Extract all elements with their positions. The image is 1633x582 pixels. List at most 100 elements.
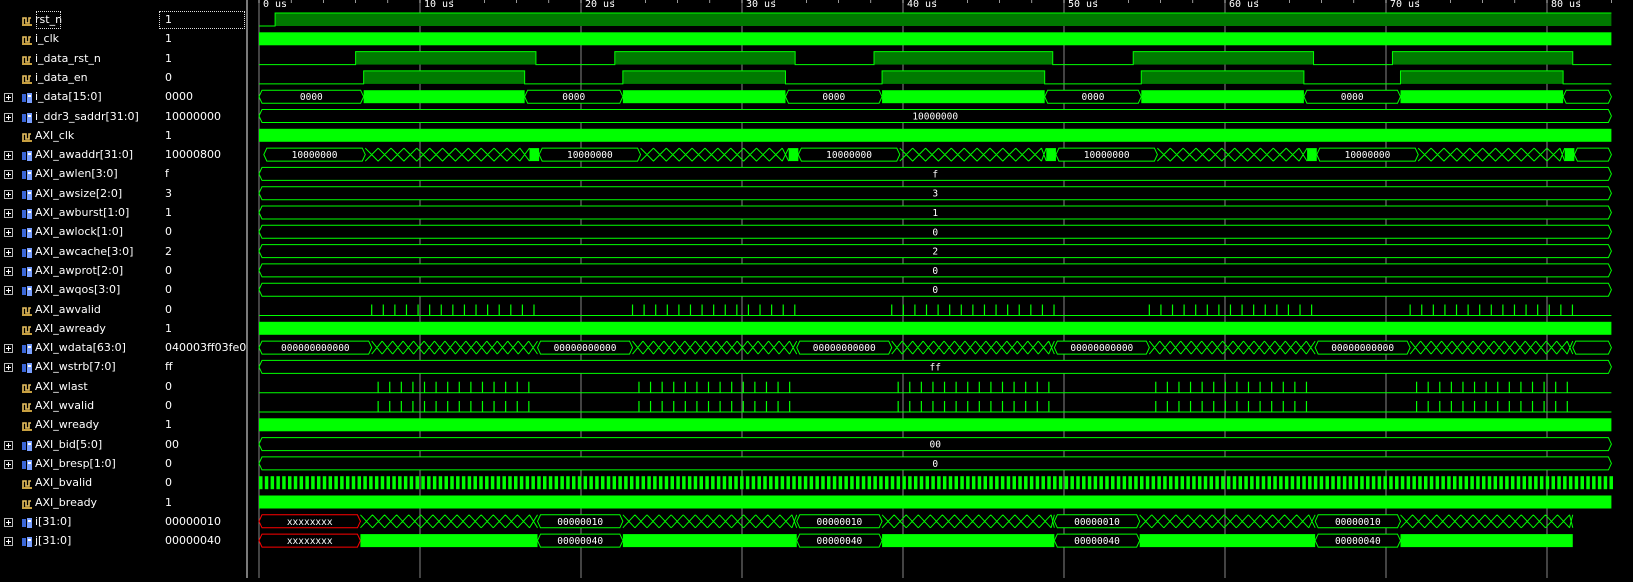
- wire-icon: [21, 72, 33, 84]
- bvalid-pulse: [1041, 476, 1045, 490]
- signal-value: 0: [165, 70, 172, 84]
- expand-icon[interactable]: [4, 151, 13, 161]
- signal-value: 00000010: [165, 514, 221, 528]
- signal-row-name[interactable]: rst_n: [0, 10, 158, 30]
- signal-row-name[interactable]: AXI_bvalid: [0, 473, 158, 493]
- expand-icon[interactable]: [4, 112, 13, 122]
- signal-row-name[interactable]: AXI_awburst[1:0]: [0, 203, 158, 223]
- signal-row-name[interactable]: AXI_awlen[3:0]: [0, 164, 158, 184]
- signal-row-name[interactable]: j[31:0]: [0, 531, 158, 551]
- expand-icon[interactable]: [4, 189, 13, 199]
- bus-value-label: xxxxxxxx: [287, 536, 333, 547]
- bvalid-pulse: [502, 476, 506, 490]
- signal-row-name[interactable]: i_data_en: [0, 68, 158, 88]
- bus-icon: [21, 246, 33, 258]
- expand-icon[interactable]: [4, 228, 13, 238]
- bvalid-pulse: [1366, 476, 1370, 490]
- bvalid-pulse: [531, 476, 535, 490]
- expand-icon[interactable]: [4, 209, 13, 218]
- signal-value: 0: [165, 379, 172, 393]
- signal-row-name[interactable]: AXI_wlast: [0, 377, 158, 397]
- bvalid-pulse: [600, 476, 605, 490]
- bvalid-pulse: [908, 476, 912, 490]
- signal-row-name[interactable]: AXI_wstrb[7:0]: [0, 357, 158, 377]
- bvalid-pulse: [316, 476, 321, 490]
- bvalid-pulse: [879, 476, 883, 490]
- expand-icon[interactable]: [4, 266, 13, 276]
- expand-icon[interactable]: [4, 440, 13, 450]
- expand-icon[interactable]: [4, 363, 13, 373]
- signal-row-name[interactable]: AXI_wdata[63:0]: [0, 338, 158, 358]
- bvalid-pulse: [861, 476, 866, 490]
- signal-name: AXI_awprot[2:0]: [35, 263, 124, 277]
- bvalid-pulse: [925, 476, 930, 490]
- bvalid-pulse: [1012, 476, 1016, 490]
- bvalid-pulse: [676, 476, 680, 490]
- signal-value: 0: [165, 302, 172, 316]
- bvalid-pulse: [1093, 476, 1098, 490]
- expand-icon[interactable]: [4, 459, 13, 469]
- signal-row-name[interactable]: AXI_awprot[2:0]: [0, 261, 158, 281]
- signal-row-name[interactable]: AXI_wready: [0, 415, 158, 435]
- bus-value-label: 00000010: [557, 517, 603, 528]
- bvalid-pulse: [1563, 476, 1567, 490]
- bvalid-pulse: [1505, 476, 1509, 490]
- bvalid-pulse: [595, 476, 599, 490]
- bvalid-pulse: [931, 476, 935, 490]
- bvalid-pulse: [432, 476, 437, 490]
- bvalid-pulse: [1134, 476, 1138, 490]
- signal-value: 00000040: [165, 534, 221, 548]
- bvalid-pulse: [1250, 476, 1254, 490]
- signal-row-name[interactable]: AXI_awready: [0, 319, 158, 339]
- bvalid-pulse: [1029, 476, 1034, 490]
- signal-row-name[interactable]: AXI_bready: [0, 493, 158, 513]
- signal-row-name[interactable]: AXI_awsize[2:0]: [0, 184, 158, 204]
- bus-value-label: 00000000000: [1070, 343, 1133, 354]
- bvalid-pulse: [798, 476, 802, 490]
- expand-icon[interactable]: [4, 537, 13, 547]
- signal-row-name[interactable]: AXI_bresp[1:0]: [0, 454, 158, 474]
- expand-icon[interactable]: [4, 517, 13, 527]
- signal-row-name[interactable]: AXI_awqos[3:0]: [0, 280, 158, 300]
- bvalid-pulse: [1232, 476, 1237, 490]
- expand-icon[interactable]: [4, 93, 13, 103]
- bus-value-label: 10000000: [292, 150, 338, 161]
- bvalid-pulse: [1557, 476, 1561, 490]
- waveform-canvas[interactable]: 0 us 10 us 20 us 30 us 40 us 50 us 60 us 70 us 8…: [252, 0, 1633, 578]
- time-tick-label: 60 us: [1229, 0, 1259, 10]
- signal-row-name[interactable]: i_data_rst_n: [0, 49, 158, 69]
- expand-icon[interactable]: [4, 344, 13, 354]
- expand-icon[interactable]: [4, 170, 13, 180]
- waveform-pane[interactable]: 0 us 10 us 20 us 30 us 40 us 50 us 60 us 70 us 8…: [252, 0, 1633, 578]
- bvalid-pulse: [1209, 476, 1214, 490]
- signal-row-name[interactable]: AXI_awlock[1:0]: [0, 222, 158, 242]
- signal-row-name[interactable]: AXI_wvalid: [0, 396, 158, 416]
- signal-value: 0000: [165, 90, 193, 104]
- expand-icon[interactable]: [4, 286, 13, 296]
- bvalid-pulse: [554, 476, 559, 490]
- bus-value-label: 00000040: [817, 536, 863, 547]
- bvalid-pulse: [1157, 476, 1161, 490]
- signal-row-name[interactable]: i_data[15:0]: [0, 87, 158, 107]
- bvalid-pulse: [299, 476, 304, 490]
- bvalid-pulse: [1076, 476, 1080, 490]
- bvalid-pulse: [711, 476, 715, 490]
- signal-row-name[interactable]: i_clk: [0, 29, 158, 49]
- signal-row-name[interactable]: AXI_awaddr[31:0]: [0, 145, 158, 165]
- expand-icon[interactable]: [4, 247, 13, 257]
- bvalid-pulse: [1551, 476, 1556, 490]
- bvalid-pulse: [456, 476, 460, 490]
- signal-row-name[interactable]: AXI_awcache[3:0]: [0, 242, 158, 262]
- signal-row-name[interactable]: i[31:0]: [0, 512, 158, 532]
- signal-row-name[interactable]: AXI_bid[5:0]: [0, 435, 158, 455]
- signal-row-name[interactable]: AXI_awvalid: [0, 300, 158, 320]
- bvalid-pulse: [450, 476, 454, 490]
- bvalid-pulse: [745, 476, 750, 490]
- bvalid-pulse: [850, 476, 854, 490]
- signal-row-name[interactable]: AXI_clk: [0, 126, 158, 146]
- signal-name: AXI_awsize[2:0]: [35, 186, 123, 200]
- bvalid-pulse: [919, 476, 924, 490]
- signal-row-name[interactable]: i_ddr3_saddr[31:0]: [0, 107, 158, 127]
- bus-dense-fill: [882, 534, 1055, 548]
- bus-value-label: 00000010: [1335, 517, 1381, 528]
